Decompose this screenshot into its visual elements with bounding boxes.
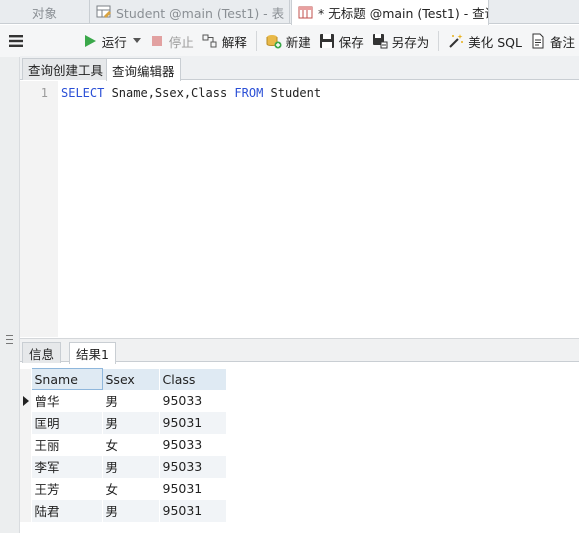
tab-result-1-label: 结果1 [76,347,109,362]
save-as-icon [372,34,388,49]
sql-text: Student [263,86,322,100]
sql-code-line[interactable]: SELECT Sname,Ssex,Class FROM Student [61,86,321,100]
grid-header-row: Sname Ssex Class [20,368,227,390]
current-row-indicator [20,389,32,412]
tab-objects[interactable]: 对象 [0,0,90,24]
toolbar-divider [438,31,440,51]
cell-sname[interactable]: 王芳 [31,477,103,500]
magic-wand-icon [449,34,464,48]
row-marker [20,433,32,456]
table-row[interactable]: 王丽 女 95033 [20,433,227,456]
cell-sname[interactable]: 陆君 [31,499,103,522]
cell-ssex[interactable]: 女 [102,433,160,456]
table-row[interactable]: 王芳 女 95031 [20,477,227,500]
left-panel-strip [0,57,20,533]
tab-untitled-query[interactable]: * 无标题 @main (Test1) - 查询 [291,0,489,25]
cell-ssex[interactable]: 男 [102,389,160,412]
tab-messages-label: 信息 [29,346,55,362]
column-header-sname[interactable]: Sname [30,368,103,390]
cell-sname[interactable]: 匡明 [31,411,103,434]
new-label: 新建 [285,34,311,50]
cell-class[interactable]: 95033 [159,433,227,456]
save-label: 保存 [338,34,364,50]
tab-objects-label: 对象 [31,5,57,21]
cell-class[interactable]: 95031 [159,477,227,500]
stop-label: 停止 [168,34,194,50]
column-header-class[interactable]: Class [159,368,227,390]
toolbar-divider [255,31,257,51]
sql-keyword: FROM [234,86,264,100]
run-dropdown-icon[interactable] [132,38,141,44]
tab-untitled-query-label: * 无标题 @main (Test1) - 查询 [318,6,489,21]
new-button[interactable]: 新建 [262,28,315,54]
table-row[interactable]: 李军 男 95033 [20,455,227,478]
tab-messages[interactable]: 信息 [22,342,62,363]
comment-document-icon [532,33,544,49]
table-row[interactable]: 陆君 男 95031 [20,499,227,522]
splitter-grip-icon[interactable] [6,335,13,344]
cell-class[interactable]: 95033 [159,455,227,478]
result-grid[interactable]: Sname Ssex Class 曾华 男 95033 匡明 男 95031 王… [20,368,227,522]
sql-editor[interactable]: 1 SELECT Sname,Ssex,Class FROM Student [20,81,579,337]
line-number-gutter: 1 [20,81,58,337]
comment-button[interactable]: 备注 [526,28,579,54]
table-row[interactable]: 曾华 男 95033 [20,389,227,412]
cell-sname[interactable]: 曾华 [31,389,103,412]
query-mode-tabs: 查询创建工具 查询编辑器 [20,56,579,81]
save-icon [319,34,334,48]
cell-class[interactable]: 95033 [159,389,227,412]
sql-text: Sname,Ssex,Class [104,86,235,100]
document-tab-bar: 对象 Student @main (Test1) - 表 * 无标题 @main… [0,0,579,25]
cell-class[interactable]: 95031 [159,411,227,434]
tab-query-editor[interactable]: 查询编辑器 [106,58,181,81]
sql-keyword: SELECT [61,86,105,100]
row-marker [20,411,32,434]
beautify-sql-button[interactable]: 美化 SQL [444,28,526,54]
beautify-sql-label: 美化 SQL [468,34,522,50]
result-table: Sname Ssex Class 曾华 男 95033 匡明 男 95031 王… [20,368,227,522]
cell-ssex[interactable]: 男 [102,455,160,478]
stop-icon [151,36,162,46]
tab-result-1[interactable]: 结果1 [69,342,116,364]
tab-query-builder-label: 查询创建工具 [28,63,104,78]
menu-button[interactable] [0,28,33,54]
explain-label: 解释 [221,34,247,50]
cell-sname[interactable]: 王丽 [31,433,103,456]
column-header-ssex[interactable]: Ssex [102,368,160,390]
row-marker [20,455,32,478]
cell-sname[interactable]: 李军 [31,455,103,478]
cell-ssex[interactable]: 男 [102,499,160,522]
cell-ssex[interactable]: 女 [102,477,160,500]
save-as-label: 另存为 [391,34,430,50]
comment-label: 备注 [549,34,575,50]
line-number: 1 [40,86,48,100]
cell-ssex[interactable]: 男 [102,411,160,434]
cell-class[interactable]: 95031 [159,499,227,522]
row-marker-header [20,368,32,390]
stop-button[interactable]: 停止 [145,28,198,54]
run-label: 运行 [101,34,127,50]
table-design-icon [96,5,111,18]
table-row[interactable]: 匡明 男 95031 [20,411,227,434]
explain-icon [202,34,217,48]
save-as-button[interactable]: 另存为 [368,28,434,54]
explain-button[interactable]: 解释 [198,28,251,54]
tab-student-table[interactable]: Student @main (Test1) - 表 [90,0,290,24]
query-toolbar: 运行 停止 解释 新建 保存 另存为 美化 SQL 备注 [0,25,579,57]
hamburger-icon [9,35,24,47]
tab-student-table-label: Student @main (Test1) - 表 [116,5,285,21]
row-marker [20,499,32,522]
row-marker [20,477,32,500]
run-button[interactable]: 运行 [78,28,145,54]
tab-query-builder[interactable]: 查询创建工具 [22,58,110,80]
new-query-icon [266,35,282,49]
save-button[interactable]: 保存 [315,28,368,54]
result-tab-bar: 信息 结果1 [20,338,579,364]
query-table-icon [298,6,313,18]
tab-query-editor-label: 查询编辑器 [112,63,175,79]
play-icon [84,35,96,47]
